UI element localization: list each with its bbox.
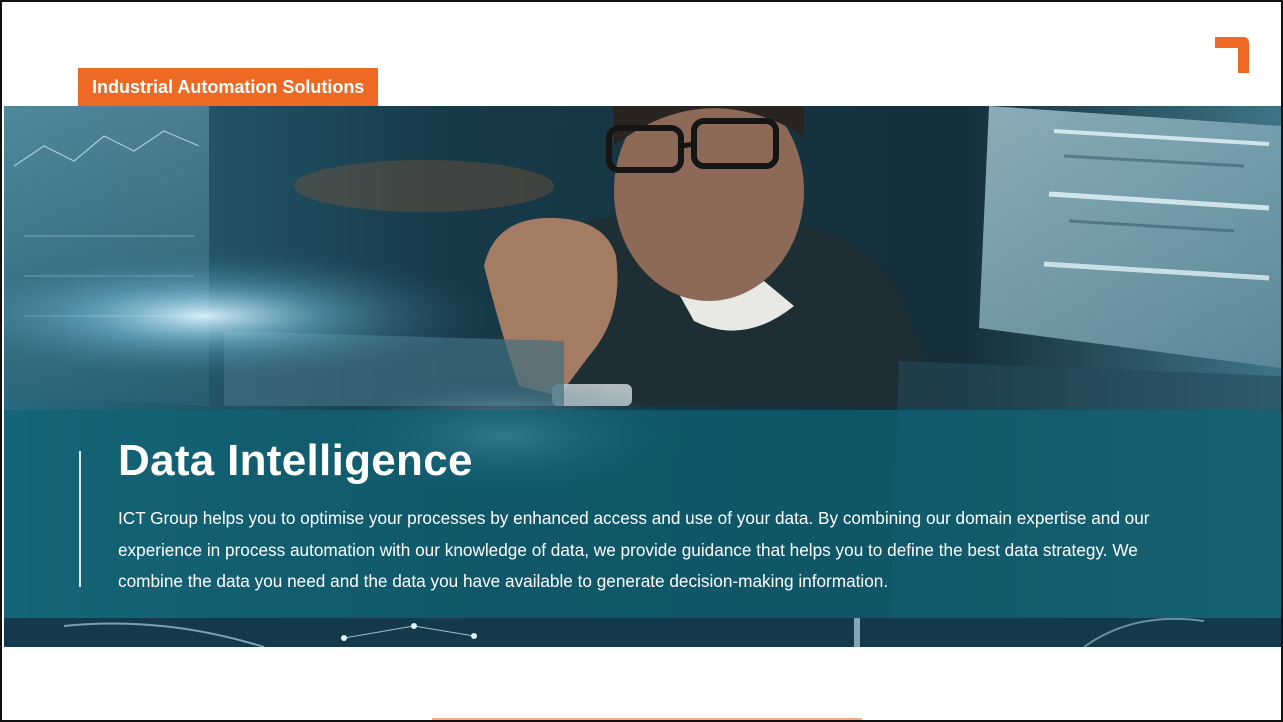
slide: Industrial Automation Solutions Data Int… <box>0 0 1283 722</box>
category-tag: Industrial Automation Solutions <box>78 68 379 106</box>
vertical-divider <box>79 451 81 587</box>
page-title: Data Intelligence <box>118 436 473 485</box>
hero-banner: Data Intelligence ICT Group helps you to… <box>4 106 1281 647</box>
bottom-accent-line <box>432 718 862 720</box>
description-text: ICT Group helps you to optimise your pro… <box>118 508 1150 591</box>
corner-bracket-icon <box>1215 37 1249 73</box>
